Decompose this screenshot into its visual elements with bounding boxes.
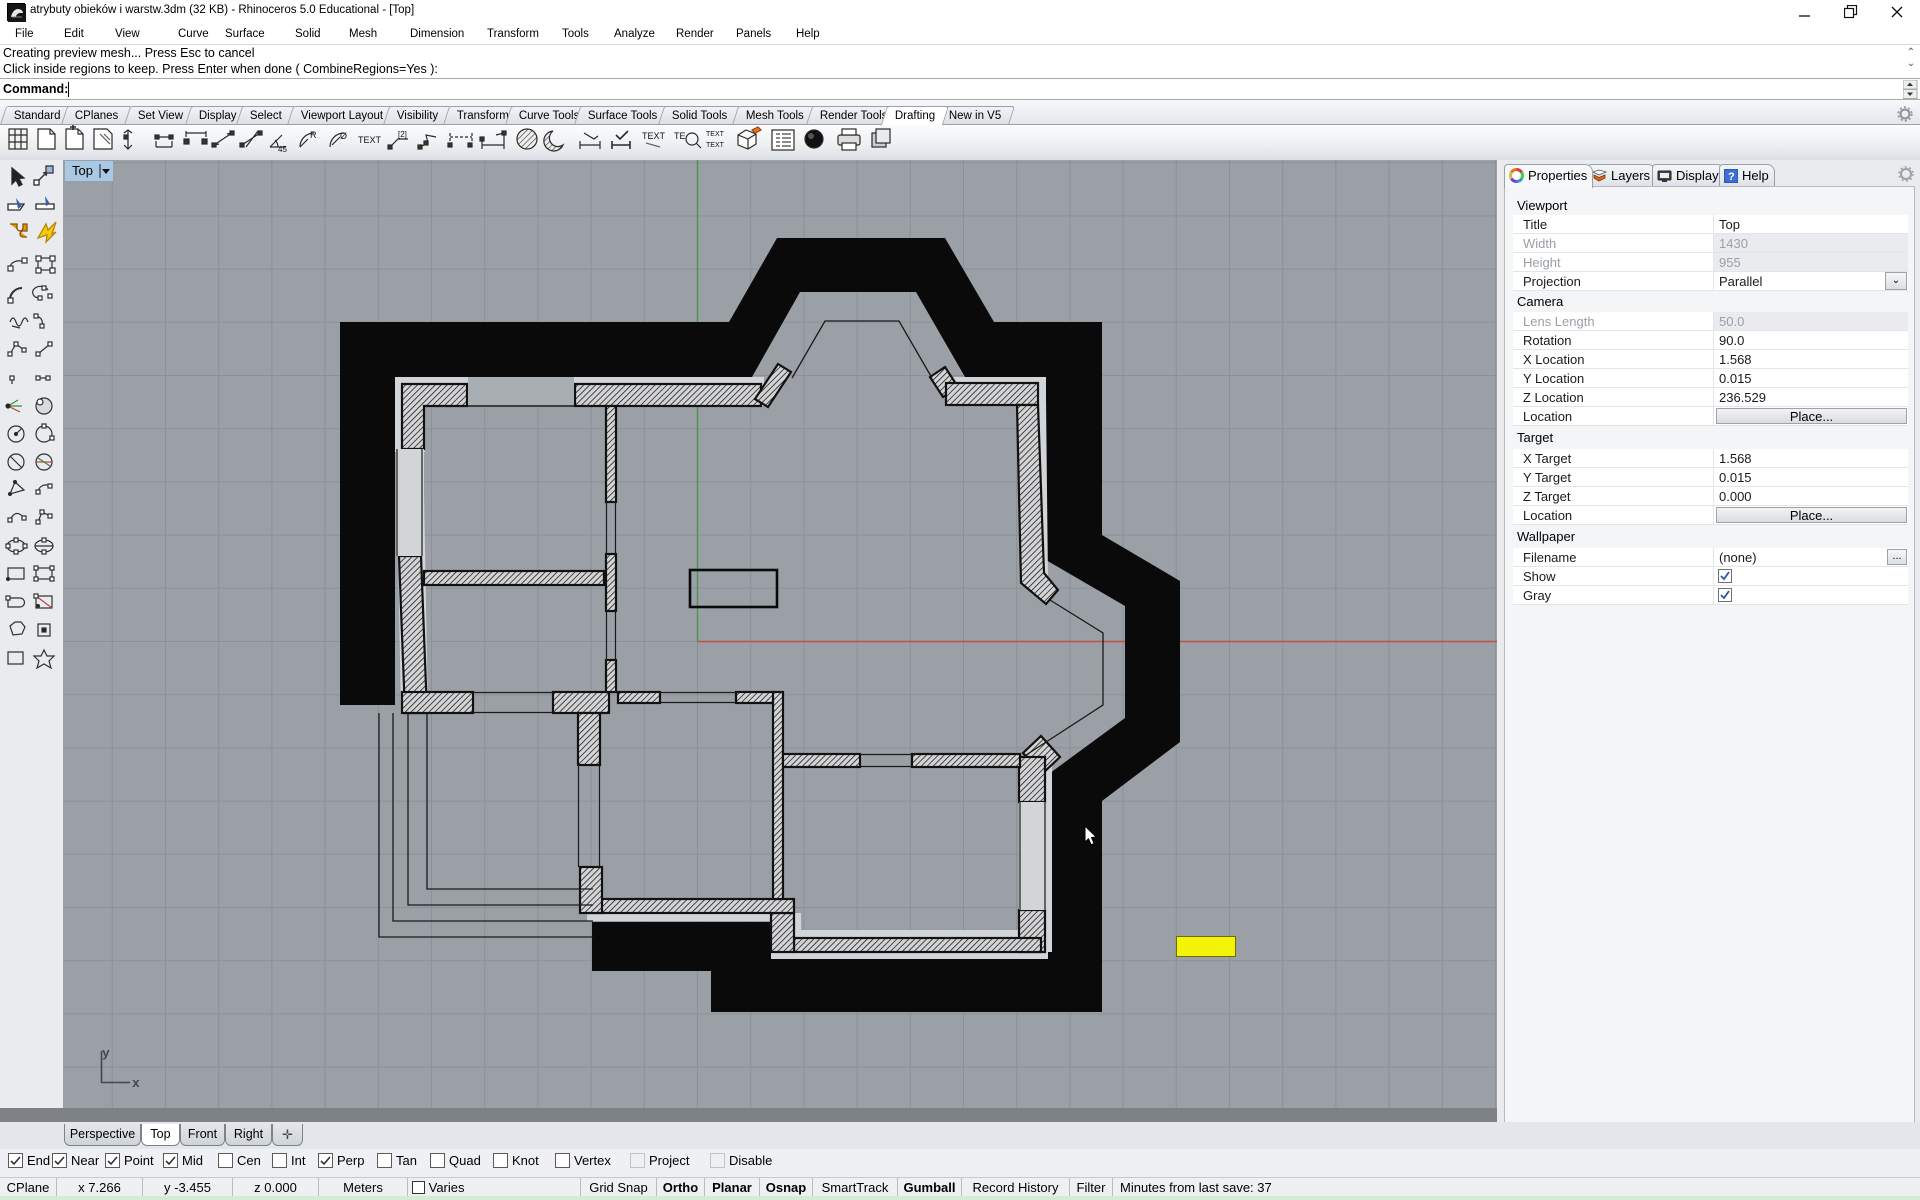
svg-text:45: 45 (278, 145, 287, 154)
svg-text:y: y (102, 1046, 110, 1061)
svg-text:?: ? (1728, 171, 1735, 183)
svg-text:x: x (132, 1076, 140, 1091)
svg-text:[2]: [2] (398, 130, 407, 139)
svg-text:TEXT: TEXT (642, 131, 666, 141)
svg-text:Ø: Ø (340, 131, 347, 141)
svg-text:TEXT: TEXT (358, 135, 382, 145)
svg-text:TEXT: TEXT (706, 131, 725, 138)
svg-text:R: R (310, 130, 317, 140)
svg-text:TEXT: TEXT (706, 142, 725, 149)
svg-text:TE: TE (674, 131, 686, 141)
